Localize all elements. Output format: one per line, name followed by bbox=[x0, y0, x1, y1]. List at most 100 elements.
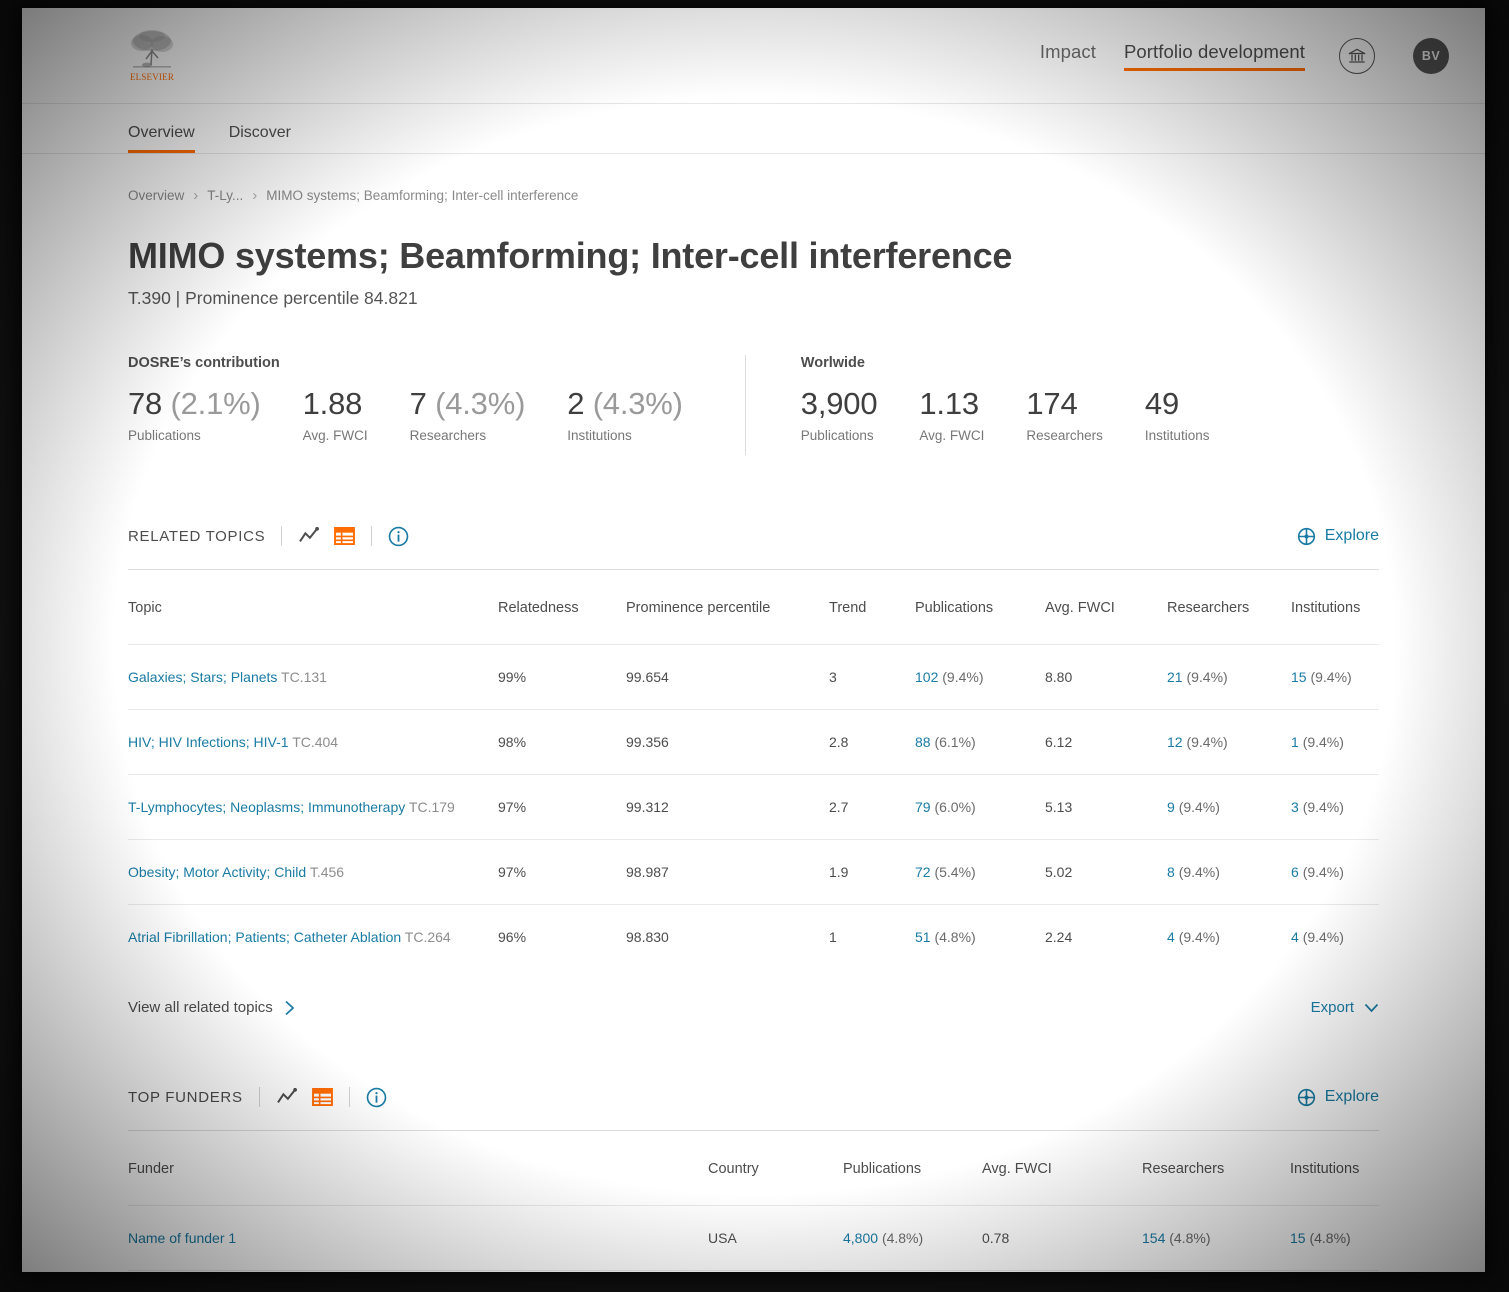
cell-institutions-pct: (9.4%) bbox=[1302, 864, 1344, 880]
cell-researchers-pct: (9.4%) bbox=[1178, 864, 1220, 880]
cell-prominence: 98.987 bbox=[626, 839, 829, 905]
top-funders-title: TOP FUNDERS bbox=[128, 1088, 243, 1106]
cell-institutions-link[interactable]: 15 bbox=[1291, 669, 1307, 685]
elsevier-logo[interactable]: ELSEVIER bbox=[128, 29, 176, 82]
cell-avg-fwci: 5.02 bbox=[1045, 839, 1167, 905]
cell-institutions-pct: (9.4%) bbox=[1302, 929, 1344, 945]
cell-relatedness: 98% bbox=[498, 709, 626, 775]
col-institutions: Institutions bbox=[1291, 600, 1361, 616]
col-avg-fwci: Avg. FWCI bbox=[1045, 600, 1115, 616]
line-chart-icon[interactable] bbox=[276, 1088, 298, 1106]
table-row: Name of funder 2 USA 135 (4.8%) 2.71 6 (… bbox=[128, 1270, 1379, 1272]
app-page: ELSEVIER Impact Portfolio development BV… bbox=[22, 8, 1485, 1272]
metric-value: 7 bbox=[409, 386, 427, 421]
col-publications: Publications bbox=[843, 1161, 922, 1177]
cell-institutions-link[interactable]: 15 bbox=[1290, 1230, 1306, 1246]
cell-institutions-link[interactable]: 3 bbox=[1291, 799, 1299, 815]
cell-institutions-link[interactable]: 4 bbox=[1291, 929, 1299, 945]
cell-researchers-link[interactable]: 9 bbox=[1167, 799, 1175, 815]
metric-percent: (4.3%) bbox=[435, 386, 526, 421]
col-trend: Trend bbox=[829, 600, 867, 616]
export-button[interactable]: Export bbox=[1311, 999, 1379, 1016]
breadcrumb-item-overview[interactable]: Overview bbox=[128, 188, 184, 203]
line-chart-icon[interactable] bbox=[298, 527, 320, 545]
metric-label: Institutions bbox=[1144, 428, 1210, 444]
metric-worldwide-researchers: 174 Researchers bbox=[1026, 387, 1145, 444]
metric-value: 49 bbox=[1144, 386, 1180, 421]
cell-researchers-link[interactable]: 154 bbox=[1142, 1230, 1165, 1246]
table-view-icon[interactable] bbox=[334, 527, 356, 545]
tab-overview[interactable]: Overview bbox=[128, 124, 195, 153]
cell-publications-link[interactable]: 4,800 bbox=[843, 1230, 878, 1246]
info-icon[interactable] bbox=[388, 526, 409, 547]
funder-link[interactable]: Name of funder 1 bbox=[128, 1230, 236, 1246]
table-row: T-Lymphocytes; Neoplasms; Immunotherapy … bbox=[128, 774, 1379, 840]
cell-publications-link[interactable]: 102 bbox=[915, 669, 938, 685]
cell-researchers-link[interactable]: 4 bbox=[1167, 929, 1175, 945]
metric-label: Researchers bbox=[409, 428, 487, 444]
cell-researchers-pct: (9.4%) bbox=[1186, 734, 1228, 750]
metric-value: 1.13 bbox=[919, 386, 979, 421]
col-topic: Topic bbox=[128, 600, 162, 616]
user-avatar[interactable]: BV bbox=[1413, 37, 1449, 74]
cell-institutions-link[interactable]: 6 bbox=[1291, 864, 1299, 880]
cell-trend: 3 bbox=[829, 644, 915, 710]
topic-link[interactable]: Atrial Fibrillation; Patients; Catheter … bbox=[128, 929, 401, 945]
related-topics-explore-button[interactable]: Explore bbox=[1297, 527, 1379, 546]
cell-country: USA bbox=[708, 1205, 843, 1271]
metric-percent: (2.1%) bbox=[170, 386, 261, 421]
cell-trend: 1.9 bbox=[829, 839, 915, 905]
cell-country: USA bbox=[708, 1270, 843, 1272]
explore-label: Explore bbox=[1324, 527, 1379, 544]
view-all-related-topics-button[interactable]: View all related topics bbox=[128, 999, 295, 1016]
cell-researchers-pct: (4.8%) bbox=[1169, 1230, 1211, 1246]
cell-trend: 2.8 bbox=[829, 709, 915, 775]
topic-link[interactable]: Galaxies; Stars; Planets bbox=[128, 669, 277, 685]
metric-label: Publications bbox=[128, 428, 201, 444]
institution-button[interactable] bbox=[1339, 37, 1375, 74]
table-row: HIV; HIV Infections; HIV-1 TC.404 98% 99… bbox=[128, 709, 1379, 775]
metrics-contribution-title: DOSRE’s contribution bbox=[128, 355, 280, 371]
cell-researchers-link[interactable]: 12 bbox=[1167, 734, 1183, 750]
topic-code: TC.179 bbox=[408, 799, 455, 815]
cell-prominence: 99.654 bbox=[626, 644, 829, 710]
cell-researchers-link[interactable]: 21 bbox=[1167, 669, 1183, 685]
cell-researchers-link[interactable]: 8 bbox=[1167, 864, 1175, 880]
info-icon[interactable] bbox=[366, 1087, 387, 1108]
cell-avg-fwci: 2.71 bbox=[982, 1270, 1142, 1272]
divider bbox=[281, 526, 283, 546]
related-topics-header: RELATED TOPICS Explore bbox=[128, 521, 1379, 551]
top-navigation: Impact Portfolio development BV bbox=[1040, 37, 1449, 74]
cell-avg-fwci: 0.78 bbox=[982, 1205, 1142, 1271]
cell-publications-link[interactable]: 79 bbox=[915, 799, 931, 815]
breadcrumb-item-parent[interactable]: T-Ly... bbox=[207, 188, 243, 203]
breadcrumb: Overview › T-Ly... › MIMO systems; Beamf… bbox=[128, 154, 1379, 203]
cell-publications-link[interactable]: 51 bbox=[915, 929, 931, 945]
top-funders-table-body: Name of funder 1 USA 4,800 (4.8%) 0.78 1… bbox=[128, 1205, 1379, 1272]
screen-frame: ELSEVIER Impact Portfolio development BV… bbox=[0, 0, 1509, 1292]
table-view-icon[interactable] bbox=[311, 1088, 333, 1106]
cell-publications-pct: (6.0%) bbox=[934, 799, 976, 815]
metric-value: 1.88 bbox=[302, 386, 363, 421]
col-relatedness: Relatedness bbox=[498, 600, 579, 616]
tab-discover[interactable]: Discover bbox=[229, 124, 291, 153]
explore-label: Explore bbox=[1324, 1088, 1379, 1105]
cell-institutions-link[interactable]: 1 bbox=[1291, 734, 1299, 750]
topic-link[interactable]: T-Lymphocytes; Neoplasms; Immunotherapy bbox=[128, 799, 405, 815]
metric-value: 2 bbox=[567, 386, 585, 421]
topnav-portfolio-development[interactable]: Portfolio development bbox=[1123, 41, 1305, 71]
cell-avg-fwci: 5.13 bbox=[1045, 774, 1167, 840]
topic-link[interactable]: Obesity; Motor Activity; Child bbox=[128, 864, 306, 880]
elsevier-tree-icon bbox=[129, 29, 175, 71]
topic-link[interactable]: HIV; HIV Infections; HIV-1 bbox=[128, 734, 289, 750]
metric-value: 3,900 bbox=[800, 386, 878, 421]
metric-worldwide-institutions: 49 Institutions bbox=[1144, 386, 1210, 444]
cell-prominence: 99.356 bbox=[626, 709, 829, 775]
cell-publications-pct: (9.4%) bbox=[942, 669, 984, 685]
cell-publications-link[interactable]: 88 bbox=[915, 734, 931, 750]
top-funders-explore-button[interactable]: Explore bbox=[1297, 1088, 1379, 1107]
topnav-impact[interactable]: Impact bbox=[1040, 41, 1096, 71]
cell-researchers-pct: (9.4%) bbox=[1178, 929, 1220, 945]
metrics-group-contribution: DOSRE’s contribution 78 (2.1%) Publicati… bbox=[128, 355, 683, 443]
cell-publications-link[interactable]: 72 bbox=[915, 864, 931, 880]
